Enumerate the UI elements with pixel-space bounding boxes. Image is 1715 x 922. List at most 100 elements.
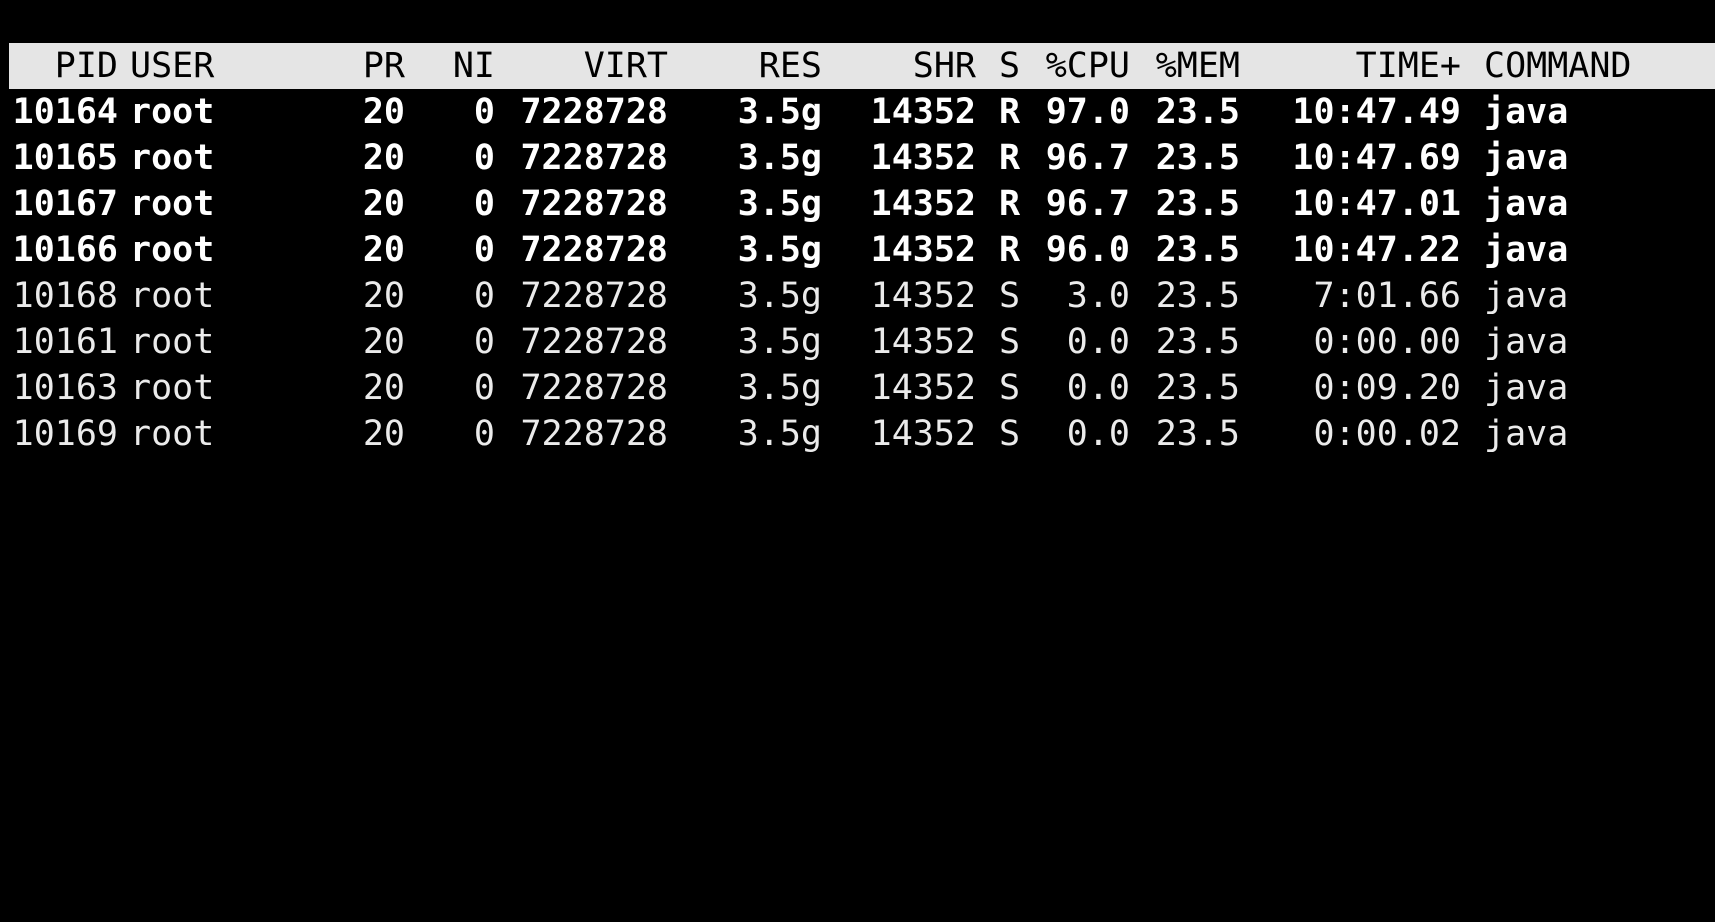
column-header-user: USER: [130, 46, 215, 86]
column-header-shr: SHR: [912, 46, 976, 86]
process-user: root: [130, 276, 215, 316]
process-time: 0:00.00: [1313, 322, 1461, 362]
process-pid: 10168: [12, 276, 118, 316]
process-shr: 14352: [870, 368, 976, 408]
process-time: 7:01.66: [1313, 276, 1461, 316]
process-virt: 7228728: [520, 138, 668, 178]
process-cpu: 3.0: [1066, 276, 1130, 316]
process-state: S: [999, 368, 1021, 408]
process-state: R: [999, 184, 1021, 224]
column-header-row: PID USER PR NI VIRT RES SHR S %CPU %MEM …: [9, 43, 1715, 89]
process-time: 10:47.01: [1292, 184, 1461, 224]
process-cpu: 96.0: [1045, 230, 1130, 270]
process-res: 3.5g: [737, 92, 822, 132]
process-mem: 23.5: [1155, 230, 1240, 270]
process-time: 10:47.69: [1292, 138, 1461, 178]
process-shr: 14352: [870, 276, 976, 316]
process-shr: 14352: [870, 230, 976, 270]
process-row: 10161 root 20 0 7228728 3.5g 14352 S 0.0…: [0, 319, 1715, 365]
column-header-pr: PR: [362, 46, 405, 86]
column-header-res: RES: [758, 46, 822, 86]
column-header-mem: %MEM: [1155, 46, 1240, 86]
process-user: root: [130, 138, 215, 178]
process-row: 10164 root 20 0 7228728 3.5g 14352 R 97.…: [0, 89, 1715, 135]
process-mem: 23.5: [1155, 276, 1240, 316]
process-user: root: [130, 92, 215, 132]
process-state: S: [999, 276, 1021, 316]
process-user: root: [130, 184, 215, 224]
process-virt: 7228728: [520, 414, 668, 454]
process-priority: 20: [362, 230, 405, 270]
process-shr: 14352: [870, 138, 976, 178]
process-pid: 10167: [12, 184, 118, 224]
process-res: 3.5g: [737, 184, 822, 224]
process-command: java: [1484, 414, 1569, 454]
process-mem: 23.5: [1155, 414, 1240, 454]
process-virt: 7228728: [520, 230, 668, 270]
process-mem: 23.5: [1155, 368, 1240, 408]
process-priority: 20: [362, 184, 405, 224]
process-pid: 10161: [12, 322, 118, 362]
process-cpu: 0.0: [1066, 368, 1130, 408]
process-state: S: [999, 414, 1021, 454]
process-time: 0:09.20: [1313, 368, 1461, 408]
column-header-virt: VIRT: [583, 46, 668, 86]
process-time: 10:47.22: [1292, 230, 1461, 270]
process-cpu: 0.0: [1066, 322, 1130, 362]
process-user: root: [130, 322, 215, 362]
process-cpu: 0.0: [1066, 414, 1130, 454]
process-cpu: 96.7: [1045, 138, 1130, 178]
process-shr: 14352: [870, 184, 976, 224]
process-pid: 10165: [12, 138, 118, 178]
column-header-cpu: %CPU: [1045, 46, 1130, 86]
process-command: java: [1484, 276, 1569, 316]
process-virt: 7228728: [520, 92, 668, 132]
process-mem: 23.5: [1155, 92, 1240, 132]
process-time: 0:00.02: [1313, 414, 1461, 454]
process-shr: 14352: [870, 414, 976, 454]
column-header-time: TIME+: [1355, 46, 1461, 86]
column-header-pid: PID: [54, 46, 118, 86]
process-row: 10166 root 20 0 7228728 3.5g 14352 R 96.…: [0, 227, 1715, 273]
process-command: java: [1484, 230, 1569, 270]
process-row: 10167 root 20 0 7228728 3.5g 14352 R 96.…: [0, 181, 1715, 227]
process-priority: 20: [362, 92, 405, 132]
process-row: 10165 root 20 0 7228728 3.5g 14352 R 96.…: [0, 135, 1715, 181]
process-row: 10163 root 20 0 7228728 3.5g 14352 S 0.0…: [0, 365, 1715, 411]
process-state: R: [999, 92, 1021, 132]
process-user: root: [130, 414, 215, 454]
process-virt: 7228728: [520, 322, 668, 362]
process-pid: 10163: [12, 368, 118, 408]
process-command: java: [1484, 92, 1569, 132]
process-state: R: [999, 230, 1021, 270]
process-command: java: [1484, 138, 1569, 178]
process-mem: 23.5: [1155, 184, 1240, 224]
process-state: R: [999, 138, 1021, 178]
process-pid: 10164: [12, 92, 118, 132]
process-state: S: [999, 322, 1021, 362]
column-header-command: COMMAND: [1484, 46, 1632, 86]
process-command: java: [1484, 368, 1569, 408]
process-user: root: [130, 230, 215, 270]
process-time: 10:47.49: [1292, 92, 1461, 132]
process-priority: 20: [362, 138, 405, 178]
process-shr: 14352: [870, 92, 976, 132]
process-priority: 20: [362, 414, 405, 454]
process-priority: 20: [362, 322, 405, 362]
process-res: 3.5g: [737, 138, 822, 178]
process-virt: 7228728: [520, 276, 668, 316]
process-pid: 10169: [12, 414, 118, 454]
process-shr: 14352: [870, 322, 976, 362]
process-cpu: 97.0: [1045, 92, 1130, 132]
process-res: 3.5g: [737, 414, 822, 454]
process-user: root: [130, 368, 215, 408]
process-res: 3.5g: [737, 230, 822, 270]
process-res: 3.5g: [737, 276, 822, 316]
process-virt: 7228728: [520, 368, 668, 408]
top-process-table: PID USER PR NI VIRT RES SHR S %CPU %MEM …: [0, 43, 1715, 457]
process-priority: 20: [362, 276, 405, 316]
process-mem: 23.5: [1155, 138, 1240, 178]
process-pid: 10166: [12, 230, 118, 270]
process-virt: 7228728: [520, 184, 668, 224]
process-command: java: [1484, 184, 1569, 224]
